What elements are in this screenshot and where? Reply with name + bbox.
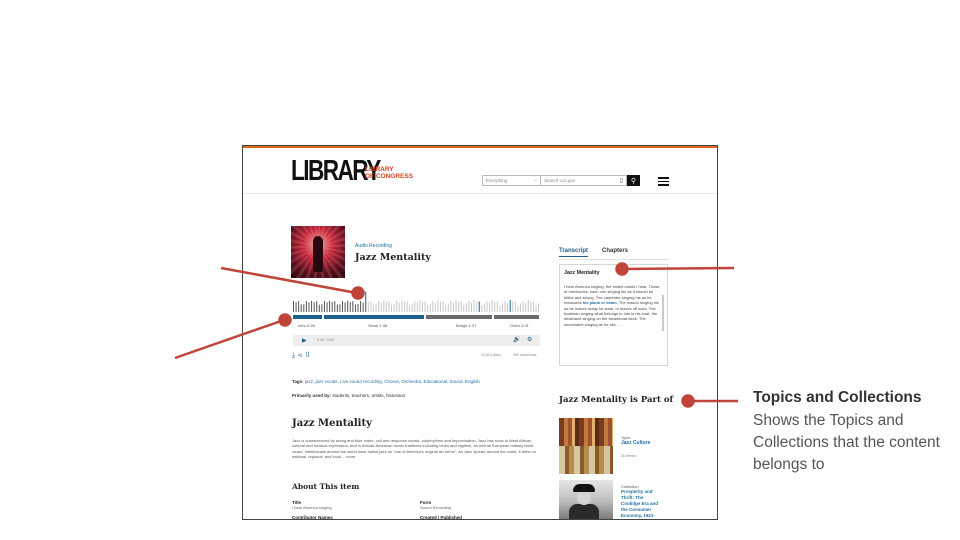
chapter-segment xyxy=(494,315,539,319)
logo-sub-line1: LIBRARY xyxy=(365,166,394,173)
topic-link[interactable]: Jazz Culture xyxy=(621,440,650,446)
microphone-icon[interactable]: ▯ xyxy=(620,177,623,184)
primary-use-values: students, teachers, artists, historians xyxy=(332,393,406,398)
segment-label-outro: Outro 0:31 xyxy=(510,323,529,328)
chapter-segments-bar[interactable] xyxy=(293,315,541,319)
about-title: Jazz Mentality xyxy=(292,418,372,429)
play-icon[interactable]: ▶ xyxy=(302,337,307,344)
audio-waveform[interactable] xyxy=(293,287,541,312)
tags-links[interactable]: jazz, jazz vocals, Live sound recording,… xyxy=(305,379,480,384)
search-button[interactable]: ⚲ xyxy=(627,175,640,186)
chapter-segment xyxy=(324,315,424,319)
about-description: Jazz is characterized by swing and blue … xyxy=(292,438,536,459)
chevron-down-icon: ⌄ xyxy=(533,177,538,183)
segment-label-verse: Verse 1:38 xyxy=(368,323,388,328)
collection-thumbnail[interactable] xyxy=(559,480,613,519)
collection-link[interactable]: Prosperity and Thrift: The Coolidge Era … xyxy=(621,489,661,519)
recording-type: Audio Recording xyxy=(355,243,392,249)
bookmark-icon[interactable]: ▯ xyxy=(305,352,313,359)
gear-icon[interactable]: ⚙ xyxy=(527,336,532,343)
search-placeholder: Search Loc.gov xyxy=(544,178,576,183)
meta-created-label: Created / Published xyxy=(420,515,463,520)
search-input[interactable]: Search Loc.gov ▯ xyxy=(541,175,627,186)
callout-description: Shows the Topics and Collections that th… xyxy=(753,412,940,473)
meta-form-value: Sound Recording xyxy=(420,505,451,510)
transcript-panel[interactable]: Jazz Mentality I hear America singing, t… xyxy=(559,264,668,366)
primary-use-row: Primarily used by: students, teachers, a… xyxy=(292,393,405,398)
meta-title-value: I hear America singing xyxy=(292,505,332,510)
about-item-heading: About This item xyxy=(292,482,360,491)
recording-title: Jazz Mentality xyxy=(355,252,431,263)
search-scope-select[interactable]: Everything ⌄ xyxy=(482,175,541,186)
primary-use-label: Primarily used by: xyxy=(292,393,332,398)
tags-row: Tags: jazz, jazz vocals, Live sound reco… xyxy=(292,379,480,384)
search-bar: Everything ⌄ Search Loc.gov ▯ ⚲ xyxy=(482,175,640,186)
tab-transcript[interactable]: Transcript xyxy=(559,248,589,257)
audio-player: ▶ 0:00 / 3:45 🔊 ⚙ xyxy=(293,335,540,346)
logo-sub-line2: OF CONGRESS xyxy=(365,173,414,180)
topic-count: 30 items xyxy=(621,453,637,458)
chapter-segment xyxy=(426,315,492,319)
transcript-text: I hear America singing, the varied carol… xyxy=(564,284,662,327)
tab-divider xyxy=(559,259,669,260)
hamburger-menu-icon[interactable] xyxy=(658,177,669,186)
tags-label: Tags: xyxy=(292,379,304,384)
search-icon: ⚲ xyxy=(630,177,637,185)
chapter-segment xyxy=(293,315,322,319)
volume-icon[interactable]: 🔊 xyxy=(513,336,520,343)
transcript-title: Jazz Mentality xyxy=(564,270,600,276)
browser-frame: LIBRARY LIBRARY OF CONGRESS Everything ⌄… xyxy=(242,145,718,520)
callout-title: Topics and Collections xyxy=(753,389,922,406)
meta-contributor-label: Contributor Names xyxy=(292,515,333,520)
segment-label-intro: Intro 0:28 xyxy=(298,323,315,328)
download-count: 309 downloads xyxy=(513,353,537,357)
site-header: LIBRARY LIBRARY OF CONGRESS Everything ⌄… xyxy=(243,148,717,194)
part-of-heading: Jazz Mentality is Part of xyxy=(559,395,674,405)
search-scope-value: Everything xyxy=(486,178,508,183)
topic-thumbnail[interactable] xyxy=(559,418,613,474)
segment-label-bridge: Bridge 1:07 xyxy=(456,323,477,328)
recording-thumbnail xyxy=(291,226,345,278)
item-actions: ⤓⋖▯ xyxy=(292,352,313,360)
transcript-highlight: his plank or beam, xyxy=(582,300,618,306)
play-count: 12,613 plays xyxy=(481,353,501,357)
transcript-scrollbar[interactable] xyxy=(662,295,664,331)
logo-subtitle[interactable]: LIBRARY OF CONGRESS xyxy=(365,166,413,180)
tab-chapters[interactable]: Chapters xyxy=(602,248,628,254)
player-time: 0:00 / 3:45 xyxy=(317,338,334,342)
